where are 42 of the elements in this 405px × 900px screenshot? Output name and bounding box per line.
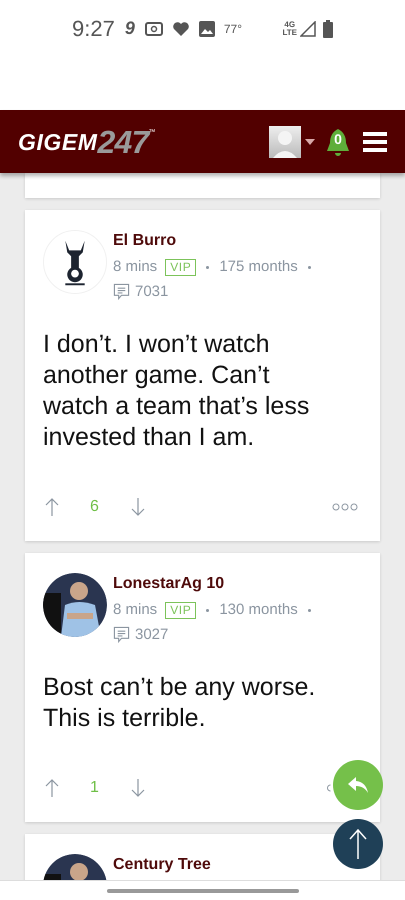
network-type: 4G (284, 20, 296, 28)
comment-icon (113, 283, 130, 300)
signal-icon (300, 20, 316, 36)
reply-icon (346, 775, 370, 795)
vip-badge: VIP (165, 258, 196, 276)
downvote-icon[interactable] (130, 497, 146, 517)
comment-text: I don’t. I won’t watch another game. Can’t watch a team that’s less invested than I am. (43, 329, 310, 453)
temperature: 77° (224, 20, 242, 38)
arrow-up-icon (348, 828, 368, 860)
bell-icon[interactable] (325, 126, 351, 156)
heart-icon (172, 20, 190, 36)
vote-count: 6 (90, 497, 100, 517)
logo-text[interactable]: GIGEM (18, 128, 98, 154)
vote-count: 1 (90, 778, 100, 798)
network-subtype: LTE (282, 28, 297, 36)
menu-icon[interactable] (363, 132, 387, 152)
post-time: 8 mins (113, 257, 158, 277)
notification-count: 0 (334, 130, 342, 149)
logo-number[interactable]: 247 (98, 128, 149, 154)
more-icon[interactable] (326, 784, 331, 792)
downvote-icon[interactable] (130, 778, 146, 798)
post-time: 8 mins (113, 600, 158, 620)
image-icon (198, 20, 215, 36)
comment-icon (113, 626, 130, 644)
upvote-icon[interactable] (44, 497, 60, 517)
comment-text: Bost can’t be any worse. This is terrible. (43, 672, 316, 734)
more-icon[interactable] (332, 503, 358, 511)
radio-icon (144, 22, 163, 36)
vip-badge: VIP (165, 602, 196, 619)
post-count: 7031 (135, 282, 168, 302)
member-tenure: 130 months (219, 600, 298, 620)
gesture-handle[interactable] (106, 888, 298, 892)
upvote-icon[interactable] (44, 778, 60, 798)
clock: 9:27 (72, 15, 115, 43)
notification-glyph: 9 (124, 17, 135, 40)
member-tenure: 175 months (219, 257, 298, 277)
author-name[interactable]: Century Tree (113, 855, 211, 875)
author-name[interactable]: El Burro (113, 231, 313, 251)
author-name[interactable]: LonestarAg 10 (113, 574, 313, 594)
post-count: 3027 (135, 624, 168, 644)
caret-icon[interactable] (305, 138, 315, 144)
battery-icon (323, 20, 333, 38)
